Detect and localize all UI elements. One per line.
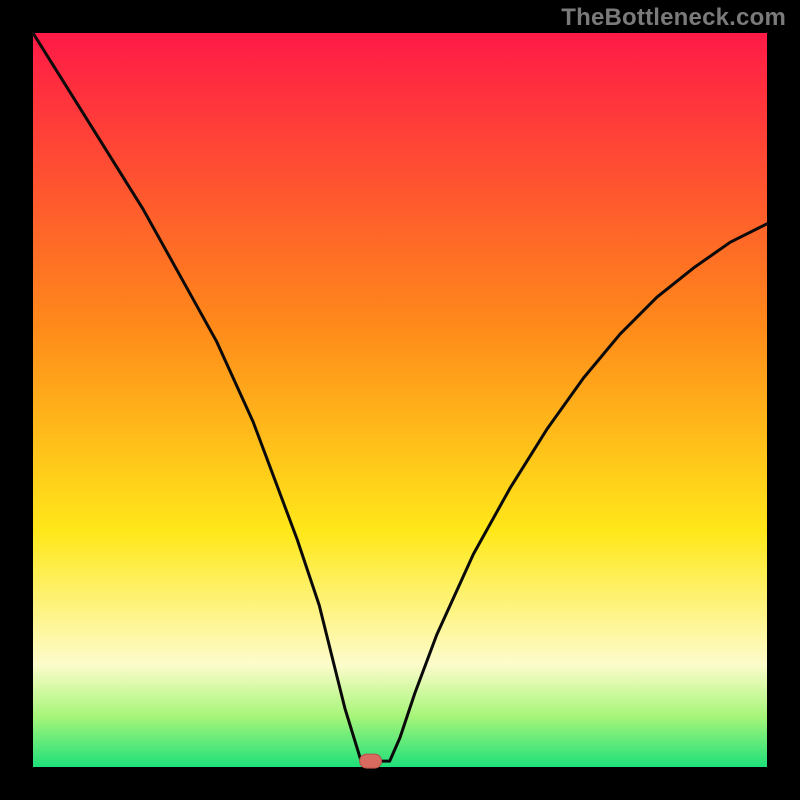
bottleneck-chart xyxy=(0,0,800,800)
optimal-marker xyxy=(360,754,382,768)
chart-frame: { "watermark": "TheBottleneck.com", "col… xyxy=(0,0,800,800)
watermark-text: TheBottleneck.com xyxy=(561,4,786,32)
plot-background xyxy=(33,33,767,767)
